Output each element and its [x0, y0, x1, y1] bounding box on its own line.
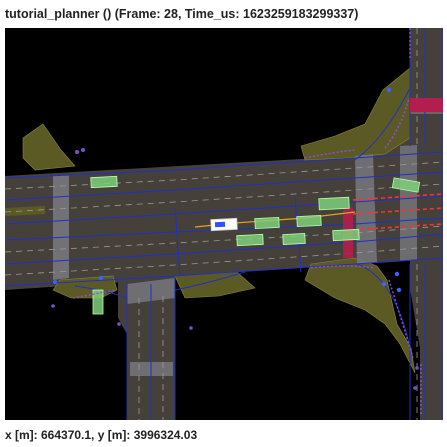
app-window: tutorial_planner () (Frame: 28, Time_us:…	[0, 0, 447, 447]
map-canvas[interactable]	[5, 28, 443, 420]
pedestrian-icon	[386, 87, 392, 93]
vehicle-box-icon	[318, 196, 350, 211]
cursor-coordinates: x [m]: 664370.1, y [m]: 3996324.03	[5, 427, 198, 442]
pedestrian-icon	[413, 386, 417, 390]
vehicle-box-icon	[254, 216, 280, 230]
pedestrian-icon	[75, 150, 79, 154]
map-viewport[interactable]	[5, 28, 443, 420]
pedestrian-icon	[51, 304, 55, 308]
pedestrian-icon	[394, 271, 400, 277]
vehicle-box-icon	[236, 233, 264, 247]
vehicle-box-icon	[332, 228, 360, 242]
pedestrian-icon	[117, 322, 121, 326]
vehicle-box-icon	[296, 214, 322, 228]
vehicle-box-icon	[282, 233, 306, 245]
pedestrian-icon	[53, 280, 57, 284]
pedestrian-icon	[415, 366, 419, 370]
pedestrian-icon	[396, 287, 402, 293]
pedestrian-icon	[81, 148, 85, 152]
pedestrian-icon	[381, 281, 387, 287]
vehicle-box-icon	[90, 175, 118, 189]
window-title: tutorial_planner () (Frame: 28, Time_us:…	[5, 7, 359, 21]
pedestrian-icon	[98, 275, 104, 281]
pedestrian-icon	[189, 326, 193, 330]
ego-vehicle-icon[interactable]	[210, 217, 238, 232]
